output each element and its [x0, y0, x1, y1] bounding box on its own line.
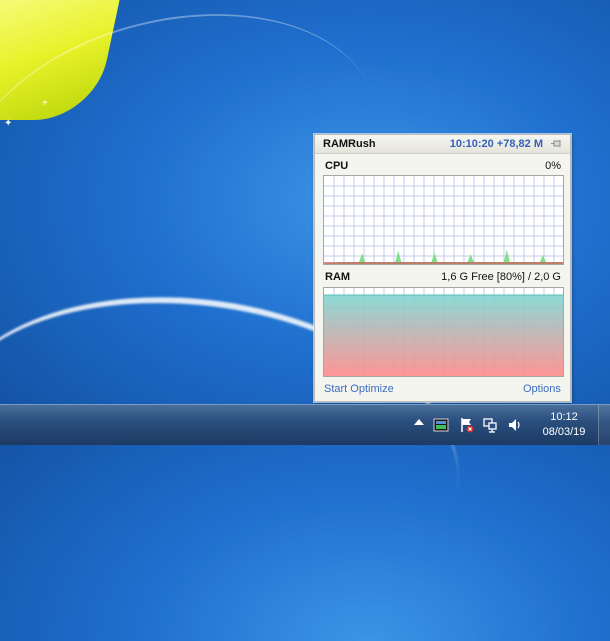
ramrush-tray-icon[interactable]	[433, 417, 449, 433]
pin-icon[interactable]	[551, 139, 563, 148]
show-hidden-icons-arrow-icon[interactable]	[414, 419, 424, 425]
cpu-graph-plot	[324, 176, 563, 264]
cpu-graph	[323, 175, 564, 265]
network-icon[interactable]	[482, 417, 498, 433]
gadget-status: 10:10:20 +78,82 M	[449, 138, 543, 150]
ram-label: RAM	[325, 271, 351, 283]
taskbar-clock[interactable]: 10:12 08/03/19	[534, 410, 594, 440]
clock-date: 08/03/19	[542, 426, 586, 438]
options-link[interactable]: Options	[523, 383, 561, 395]
gadget-title: RAMRush	[323, 138, 376, 150]
ram-graph-plot	[324, 288, 563, 376]
wallpaper-sparkle: +	[42, 98, 48, 109]
taskbar: 10:12 08/03/19	[0, 404, 610, 445]
gadget-title-bar[interactable]: RAMRush 10:10:20 +78,82 M	[315, 135, 570, 154]
ram-usage-area	[324, 295, 563, 376]
ramrush-gadget: RAMRush 10:10:20 +78,82 M CPU 0% RAM 1,6…	[314, 134, 571, 402]
ram-graph	[323, 287, 564, 377]
cpu-value: 0%	[545, 160, 561, 172]
action-center-flag-icon[interactable]	[459, 417, 475, 433]
ram-value: 1,6 G Free [80%] / 2,0 G	[441, 271, 561, 283]
start-optimize-link[interactable]: Start Optimize	[324, 383, 394, 395]
cpu-label: CPU	[325, 160, 349, 172]
volume-icon[interactable]	[507, 417, 523, 433]
show-desktop-button[interactable]	[598, 405, 610, 445]
wallpaper-sparkle: ✦	[4, 118, 13, 129]
clock-time: 10:12	[550, 411, 578, 423]
